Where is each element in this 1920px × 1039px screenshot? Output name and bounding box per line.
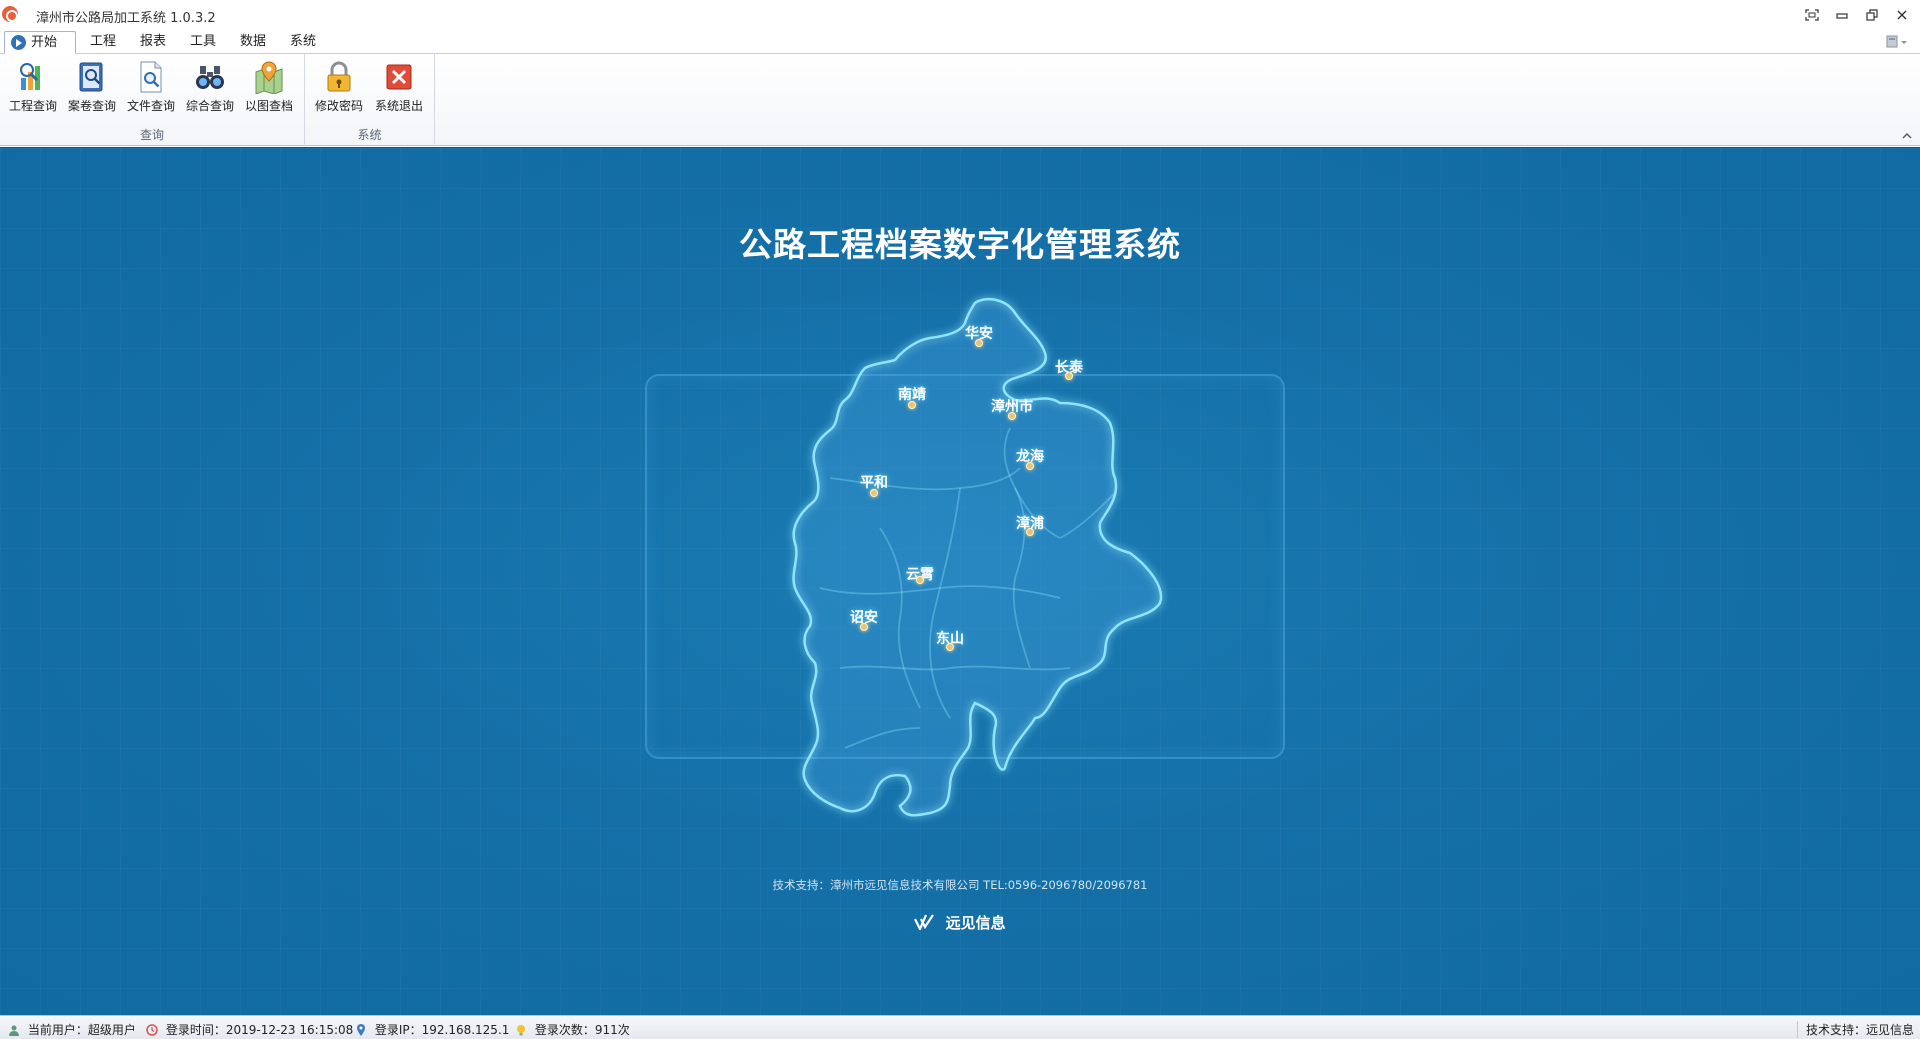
tab-label: 工程 [90, 34, 117, 49]
button-label: 文件查询 [126, 99, 175, 113]
tab-project[interactable]: 工程 [82, 31, 124, 54]
document-search-button[interactable]: 文件查询 [122, 58, 180, 120]
map-pin-icon [255, 61, 283, 94]
city-dot-longhai[interactable] [1026, 462, 1034, 470]
menu-bar: 开始 工程 报表 工具 数据 系统 [0, 29, 1920, 54]
lock-icon [327, 61, 351, 92]
comprehensive-query-button[interactable]: 综合查询 [181, 58, 239, 120]
city-dot-nanjing[interactable] [908, 401, 916, 409]
project-query-button[interactable]: 工程查询 [4, 58, 62, 120]
ribbon-group-system: 修改密码 系统退出 系统 [305, 54, 435, 146]
city-dot-dongshan[interactable] [946, 643, 954, 651]
title-bar: 漳州市公路局加工系统 1.0.3.2 [0, 0, 1920, 29]
status-login-count: 登录次数：911次 [515, 1021, 630, 1038]
status-bar: 当前用户：超级用户 登录时间：2019-12-23 16:15:08 登录IP：… [0, 1015, 1920, 1039]
brand-check-icon [914, 914, 935, 930]
status-login-time: 登录时间：2019-12-23 16:15:08 [146, 1021, 353, 1038]
exit-icon [386, 64, 412, 90]
tab-start[interactable]: 开始 [4, 31, 76, 54]
city-dot-huaan[interactable] [975, 339, 983, 347]
city-dot-yunxiao[interactable] [916, 576, 924, 584]
main-canvas: 公路工程档案数字化管理系统 华安 长泰 南靖 漳州市 龙海 平和 漳浦 云霄 诏… [0, 147, 1920, 1015]
file-box-query-icon [79, 62, 103, 92]
location-pin-icon [357, 1024, 365, 1036]
status-login-time-label: 登录时间：2019-12-23 16:15:08 [165, 1023, 354, 1037]
status-login-ip: 登录IP：192.168.125.1 [355, 1021, 509, 1038]
ribbon: 工程查询 案卷查询 文件查询 综合查询 以图查档 查询 修改密码 系统退出 系统 [0, 54, 1920, 146]
start-arrow-icon [11, 35, 26, 50]
ribbon-options-icon[interactable] [1886, 35, 1908, 49]
status-login-count-label: 登录次数：911次 [534, 1023, 630, 1037]
restore-icon[interactable] [1858, 4, 1886, 26]
tab-label: 报表 [140, 34, 167, 49]
file-box-query-button[interactable]: 案卷查询 [63, 58, 121, 120]
button-label: 工程查询 [8, 99, 57, 113]
city-dot-pinghe[interactable] [870, 489, 878, 497]
project-query-icon [20, 63, 40, 90]
fullscreen-icon[interactable] [1798, 4, 1826, 26]
tab-label: 工具 [190, 34, 217, 49]
tab-label: 数据 [240, 34, 267, 49]
status-tech-support: 技术支持：远见信息 [1796, 1021, 1914, 1038]
map-outline [792, 297, 1163, 817]
tab-report[interactable]: 报表 [132, 31, 174, 54]
tab-data[interactable]: 数据 [232, 31, 274, 54]
button-label: 系统退出 [374, 99, 423, 113]
clock-icon [146, 1024, 158, 1036]
brand-name: 远见信息 [945, 914, 1006, 932]
status-current-user: 当前用户：超级用户 [8, 1021, 136, 1038]
user-icon [9, 1025, 19, 1036]
minimize-icon[interactable] [1828, 4, 1856, 26]
group-label: 查询 [139, 128, 164, 142]
tab-label: 开始 [31, 35, 58, 50]
brand-logo: 远见信息 [0, 912, 1920, 933]
lightbulb-icon [517, 1025, 525, 1036]
ribbon-group-query: 工程查询 案卷查询 文件查询 综合查询 以图查档 查询 [0, 54, 305, 146]
city-dot-changtai[interactable] [1065, 372, 1073, 380]
group-label: 系统 [357, 128, 382, 142]
tab-tools[interactable]: 工具 [182, 31, 224, 54]
system-exit-button[interactable]: 系统退出 [370, 58, 428, 120]
status-user-label: 当前用户：超级用户 [27, 1023, 136, 1037]
collapse-ribbon-icon[interactable] [1902, 132, 1912, 143]
document-search-icon [140, 61, 162, 93]
button-label: 以图查档 [244, 99, 293, 113]
button-label: 案卷查询 [67, 99, 116, 113]
status-login-ip-label: 登录IP：192.168.125.1 [374, 1023, 510, 1037]
binoculars-icon [196, 66, 224, 89]
button-label: 综合查询 [185, 99, 234, 113]
city-dot-zhaoan[interactable] [860, 623, 868, 631]
city-dot-zhangzhou[interactable] [1008, 412, 1016, 420]
tab-system[interactable]: 系统 [282, 31, 324, 54]
map-archive-query-button[interactable]: 以图查档 [240, 58, 298, 120]
app-logo-icon [2, 6, 18, 22]
close-icon[interactable] [1888, 4, 1916, 26]
city-dot-zhangpu[interactable] [1026, 528, 1034, 536]
change-password-button[interactable]: 修改密码 [310, 58, 368, 120]
button-label: 修改密码 [314, 99, 363, 113]
tech-support-text: 技术支持：漳州市远见信息技术有限公司 TEL:0596-2096780/2096… [772, 878, 1148, 892]
window-title: 漳州市公路局加工系统 1.0.3.2 [36, 11, 216, 26]
tab-label: 系统 [290, 34, 317, 49]
